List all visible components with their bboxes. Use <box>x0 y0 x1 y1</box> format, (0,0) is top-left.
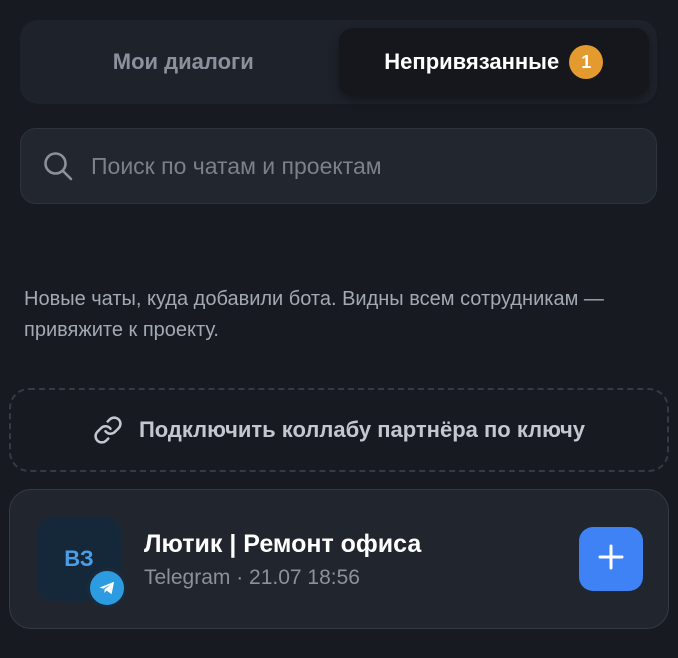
avatar-initials: ВЗ <box>64 546 94 571</box>
tab-unlinked[interactable]: Непривязанные 1 <box>338 28 649 96</box>
chat-card[interactable]: ВЗ Лютик | Ремонт офиса Telegram · 21.07… <box>9 489 669 629</box>
unlinked-chats-panel: Мои диалоги Непривязанные 1 Новые чаты, … <box>0 0 678 658</box>
plus-icon <box>597 543 625 576</box>
link-icon <box>93 414 125 446</box>
search-input[interactable] <box>91 146 656 186</box>
connect-collab-label: Подключить коллабу партнёра по ключу <box>138 417 586 442</box>
unlinked-description: Новые чаты, куда добавили бота. Видны вс… <box>24 288 604 341</box>
tab-my-dialogs-label: Мои диалоги <box>112 49 254 74</box>
telegram-icon <box>87 568 127 608</box>
tab-bar: Мои диалоги Непривязанные 1 <box>20 20 657 104</box>
tab-my-dialogs[interactable]: Мои диалоги <box>28 28 339 96</box>
chat-subtitle: Telegram · 21.07 18:56 <box>144 566 360 589</box>
connect-collab-button[interactable]: Подключить коллабу партнёра по ключу <box>9 388 669 472</box>
add-to-project-button[interactable] <box>579 527 643 591</box>
chat-title: Лютик | Ремонт офиса <box>144 530 422 558</box>
unlinked-count-badge: 1 <box>569 45 604 79</box>
search-icon <box>43 150 75 182</box>
search-box[interactable] <box>20 128 657 204</box>
tab-unlinked-label: Непривязанные <box>384 49 560 74</box>
